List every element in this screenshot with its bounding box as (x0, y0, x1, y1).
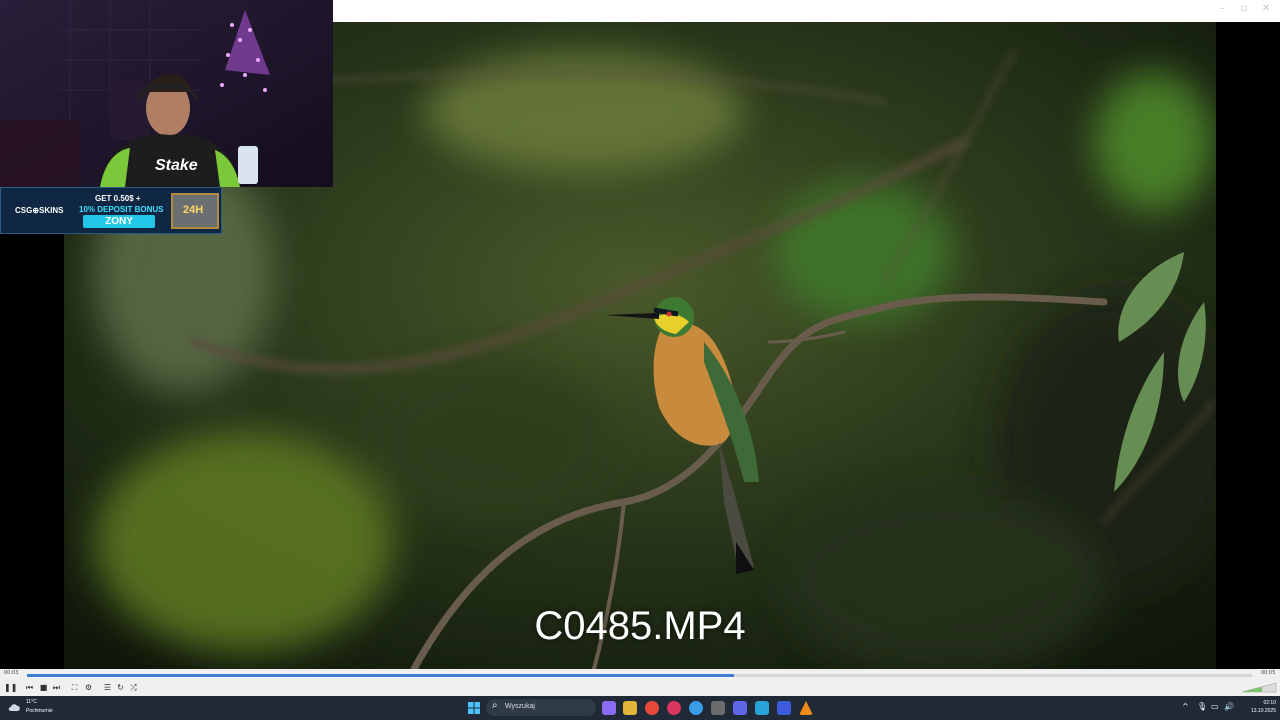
discord-icon[interactable] (733, 701, 747, 715)
opera-icon[interactable] (667, 701, 681, 715)
prev-icon[interactable]: ⏮ (24, 682, 35, 693)
next-icon[interactable]: ⏭ (51, 682, 62, 693)
app-icon[interactable] (711, 701, 725, 715)
promo-code: ZONY (83, 215, 155, 228)
chrome-icon[interactable] (645, 701, 659, 715)
playlist-icon[interactable]: ☰ (102, 682, 113, 693)
maximize-button[interactable]: ▫ (1236, 2, 1252, 16)
file-explorer-icon[interactable] (623, 701, 637, 715)
pause-icon[interactable]: ❚❚ (4, 682, 17, 693)
network-icon[interactable]: ▭ (1211, 702, 1219, 711)
windows-start-icon[interactable] (468, 702, 480, 714)
notes-icon[interactable] (755, 701, 769, 715)
vlc-icon[interactable] (799, 701, 813, 715)
cloud-icon (8, 704, 20, 711)
promo-case-image: 24H (171, 193, 219, 229)
stop-icon[interactable]: ■ (38, 682, 49, 693)
clock-time: 02:10 (1263, 700, 1276, 706)
loop-icon[interactable]: ↻ (115, 682, 126, 693)
shuffle-icon[interactable]: ⤮ (128, 682, 139, 693)
teams-icon[interactable] (602, 701, 616, 715)
time-elapsed: 00:03 (4, 670, 19, 676)
shirt-logo: Stake (155, 157, 198, 174)
browser-icon[interactable] (689, 701, 703, 715)
ext-settings-icon[interactable]: ⚙ (83, 682, 94, 693)
windows-taskbar: 11°C Pochmurnie ⌕ Wyszukaj ^ 🎙 ▭ 🔊 02:10… (0, 696, 1280, 720)
clock-date: 13.10.2025 (1250, 708, 1276, 714)
chevron-up-icon[interactable]: ^ (1182, 702, 1189, 711)
seek-bar[interactable] (27, 674, 1252, 677)
seek-progress (27, 674, 734, 677)
promo-case-label: 24H (183, 204, 204, 216)
webcam-scene: Stake (0, 0, 333, 187)
search-icon: ⌕ (492, 700, 498, 711)
promo-line1: GET 0.50$ + (95, 194, 141, 203)
weather-condition: Pochmurnie (26, 708, 53, 714)
taskbar-clock[interactable]: 02:10 13.10.2025 (1236, 699, 1276, 715)
weather-temp: 11°C (26, 699, 37, 705)
promo-line2: 10% DEPOSIT BONUS (79, 205, 164, 214)
player-controls: 00:03 00:05 ❚❚ ⏮ ■ ⏭ ⛶ ⚙ ☰ ↻ ⤮ (0, 669, 1280, 696)
volume-slider[interactable] (1240, 681, 1278, 693)
promo-brand: CSG⊕SKINS (15, 206, 64, 215)
minimize-button[interactable]: – (1214, 2, 1230, 16)
microphone-icon[interactable]: 🎙 (1197, 702, 1207, 711)
lightroom-icon[interactable] (777, 701, 791, 715)
search-placeholder: Wyszukaj (505, 703, 535, 710)
speaker-icon[interactable]: 🔊 (1224, 702, 1234, 711)
taskbar-search[interactable]: ⌕ Wyszukaj (486, 699, 596, 716)
promo-banner: CSG⊕SKINS GET 0.50$ + 10% DEPOSIT BONUS … (0, 187, 222, 234)
close-button[interactable]: ✕ (1258, 2, 1274, 16)
time-total: 00:05 (1261, 670, 1276, 676)
streamer-webcam: Stake (0, 0, 333, 187)
fullscreen-icon[interactable]: ⛶ (69, 682, 80, 693)
video-filename-overlay: C0485.MP4 (534, 604, 746, 648)
